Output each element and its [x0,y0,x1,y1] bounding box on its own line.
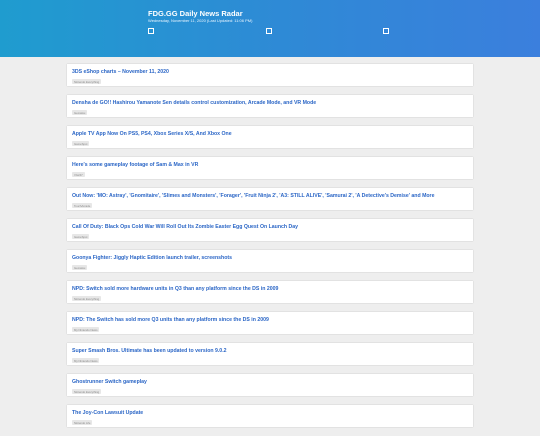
last-updated-text: Wednesday, November 11, 2020 (Last Updat… [148,18,253,23]
source-badge: Nintendo Life [72,420,93,425]
news-headline-link[interactable]: Ghostrunner Switch gameplay [72,379,468,385]
news-headline-link[interactable]: Goonya Fighter: Jiggly Haptic Edition la… [72,255,468,261]
news-list: 3DS eShop charts – November 11, 2020 Nin… [67,64,473,436]
news-card: NPD: The Switch has sold more Q3 units t… [67,312,473,334]
news-card: Out Now: 'MO: Astray', 'Gnomitaire', 'Sl… [67,188,473,210]
news-headline-link[interactable]: Densha de GO!! Hashirou Yamanote Sen det… [72,100,468,106]
news-headline-link[interactable]: Super Smash Bros. Ultimate has been upda… [72,348,468,354]
news-headline-link[interactable]: The Joy-Con Lawsuit Update [72,410,468,416]
news-card: NPD: Switch sold more hardware units in … [67,281,473,303]
news-card: Ghostrunner Switch gameplay Nintendo Eve… [67,374,473,396]
news-card: Super Smash Bros. Ultimate has been upda… [67,343,473,365]
news-card: 3DS eShop charts – November 11, 2020 Nin… [67,64,473,86]
news-headline-link[interactable]: Call Of Duty: Black Ops Cold War Will Ro… [72,224,468,230]
source-badge: Nintendo Everything [72,296,102,301]
source-badge: TouchArcade [72,203,93,208]
news-card: Apple TV App Now On PS5, PS4, Xbox Serie… [67,126,473,148]
news-headline-link[interactable]: Here's some gameplay footage of Sam & Ma… [72,162,468,168]
news-headline-link[interactable]: Out Now: 'MO: Astray', 'Gnomitaire', 'Sl… [72,193,468,199]
source-badge: Gematsu [72,265,88,270]
source-badge: Nintendo Everything [72,79,102,84]
news-headline-link[interactable]: 3DS eShop charts – November 11, 2020 [72,69,468,75]
header-banner: FDG.GG Daily News Radar Wednesday, Novem… [0,0,540,57]
filter-checkbox-3[interactable] [383,28,389,34]
news-card: Call Of Duty: Black Ops Cold War Will Ro… [67,219,473,241]
source-badge: VG247 [72,172,85,177]
news-headline-link[interactable]: NPD: Switch sold more hardware units in … [72,286,468,292]
source-badge: GameSpot [72,141,90,146]
news-card: Densha de GO!! Hashirou Yamanote Sen det… [67,95,473,117]
source-badge: My Nintendo News [72,358,100,363]
news-headline-link[interactable]: Apple TV App Now On PS5, PS4, Xbox Serie… [72,131,468,137]
news-headline-link[interactable]: NPD: The Switch has sold more Q3 units t… [72,317,468,323]
news-card: Goonya Fighter: Jiggly Haptic Edition la… [67,250,473,272]
source-badge: Gematsu [72,110,88,115]
filter-checkbox-1[interactable] [148,28,154,34]
filter-checkbox-2[interactable] [266,28,272,34]
source-badge: GameSpot [72,234,90,239]
source-badge: My Nintendo News [72,327,100,332]
source-badge: Nintendo Everything [72,389,102,394]
page-title: FDG.GG Daily News Radar [148,9,243,18]
news-card: The Joy-Con Lawsuit Update Nintendo Life [67,405,473,427]
news-card: Here's some gameplay footage of Sam & Ma… [67,157,473,179]
